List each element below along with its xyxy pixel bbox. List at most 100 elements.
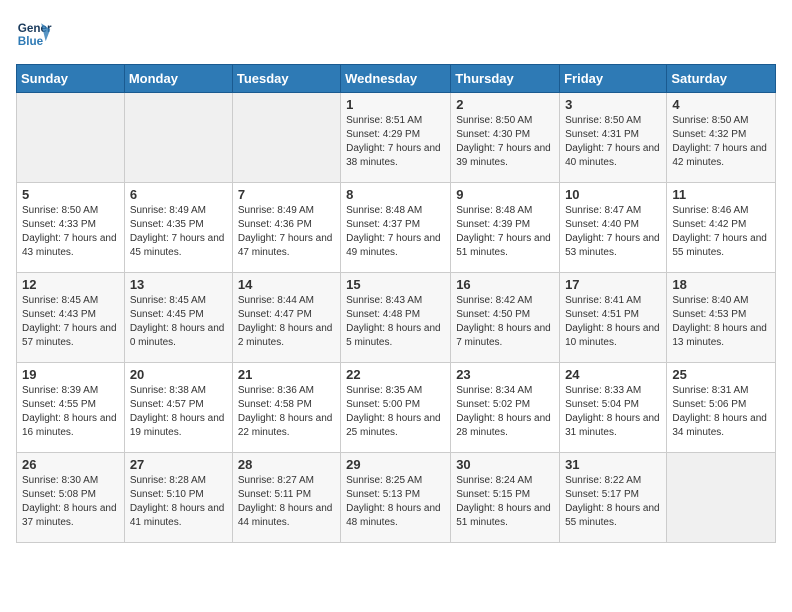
day-number: 23 [456, 367, 554, 382]
calendar-day-cell: 21 Sunrise: 8:36 AM Sunset: 4:58 PM Dayli… [232, 363, 340, 453]
day-info: Sunrise: 8:42 AM Sunset: 4:50 PM Dayligh… [456, 294, 554, 350]
day-info: Sunrise: 8:50 AM Sunset: 4:31 PM Dayligh… [565, 114, 661, 170]
calendar-day-cell: 18 Sunrise: 8:40 AM Sunset: 4:53 PM Dayli… [667, 273, 776, 363]
day-info: Sunrise: 8:46 AM Sunset: 4:42 PM Dayligh… [672, 204, 770, 260]
day-number: 21 [238, 367, 335, 382]
calendar-day-cell: 12Sunrise: 8:45 AM Sunset: 4:43 PM Dayli… [17, 273, 125, 363]
day-number: 13 [130, 277, 227, 292]
calendar-day-cell: 16 Sunrise: 8:42 AM Sunset: 4:50 PM Dayli… [451, 273, 560, 363]
calendar-day-cell: 1 Sunrise: 8:51 AM Sunset: 4:29 PM Daylig… [341, 93, 451, 183]
calendar-table: SundayMondayTuesdayWednesdayThursdayFrid… [16, 64, 776, 543]
day-info: Sunrise: 8:48 AM Sunset: 4:37 PM Dayligh… [346, 204, 445, 260]
day-number: 20 [130, 367, 227, 382]
page-header: General Blue [16, 16, 776, 52]
day-info: Sunrise: 8:24 AM Sunset: 5:15 PM Dayligh… [456, 474, 554, 530]
day-info: Sunrise: 8:39 AM Sunset: 4:55 PM Dayligh… [22, 384, 119, 440]
calendar-day-cell: 17Sunrise: 8:41 AM Sunset: 4:51 PM Dayli… [560, 273, 667, 363]
calendar-day-cell: 4Sunrise: 8:50 AM Sunset: 4:32 PM Daylig… [667, 93, 776, 183]
logo: General Blue [16, 16, 52, 52]
calendar-day-cell: 5 Sunrise: 8:50 AM Sunset: 4:33 PM Daylig… [17, 183, 125, 273]
day-number: 5 [22, 187, 119, 202]
calendar-day-cell [17, 93, 125, 183]
calendar-week-row: 19 Sunrise: 8:39 AM Sunset: 4:55 PM Dayli… [17, 363, 776, 453]
day-info: Sunrise: 8:45 AM Sunset: 4:43 PM Dayligh… [22, 294, 119, 350]
day-number: 24 [565, 367, 661, 382]
day-info: Sunrise: 8:43 AM Sunset: 4:48 PM Dayligh… [346, 294, 445, 350]
day-number: 30 [456, 457, 554, 472]
day-info: Sunrise: 8:30 AM Sunset: 5:08 PM Dayligh… [22, 474, 119, 530]
calendar-day-cell: 29 Sunrise: 8:25 AM Sunset: 5:13 PM Dayli… [341, 453, 451, 543]
day-number: 27 [130, 457, 227, 472]
day-info: Sunrise: 8:38 AM Sunset: 4:57 PM Dayligh… [130, 384, 227, 440]
day-info: Sunrise: 8:35 AM Sunset: 5:00 PM Dayligh… [346, 384, 445, 440]
day-info: Sunrise: 8:51 AM Sunset: 4:29 PM Dayligh… [346, 114, 445, 170]
calendar-day-cell: 13 Sunrise: 8:45 AM Sunset: 4:45 PM Dayli… [124, 273, 232, 363]
day-number: 29 [346, 457, 445, 472]
day-number: 31 [565, 457, 661, 472]
weekday-header-cell: Friday [560, 65, 667, 93]
day-info: Sunrise: 8:31 AM Sunset: 5:06 PM Dayligh… [672, 384, 770, 440]
day-number: 22 [346, 367, 445, 382]
calendar-day-cell [124, 93, 232, 183]
day-number: 10 [565, 187, 661, 202]
calendar-day-cell [667, 453, 776, 543]
calendar-day-cell: 8 Sunrise: 8:48 AM Sunset: 4:37 PM Daylig… [341, 183, 451, 273]
day-info: Sunrise: 8:25 AM Sunset: 5:13 PM Dayligh… [346, 474, 445, 530]
svg-text:Blue: Blue [18, 35, 44, 48]
day-number: 3 [565, 97, 661, 112]
day-number: 15 [346, 277, 445, 292]
logo-icon: General Blue [16, 16, 52, 52]
day-number: 2 [456, 97, 554, 112]
day-number: 9 [456, 187, 554, 202]
calendar-week-row: 26 Sunrise: 8:30 AM Sunset: 5:08 PM Dayli… [17, 453, 776, 543]
calendar-day-cell: 28 Sunrise: 8:27 AM Sunset: 5:11 PM Dayli… [232, 453, 340, 543]
calendar-day-cell: 30 Sunrise: 8:24 AM Sunset: 5:15 PM Dayli… [451, 453, 560, 543]
calendar-day-cell: 14 Sunrise: 8:44 AM Sunset: 4:47 PM Dayli… [232, 273, 340, 363]
day-info: Sunrise: 8:22 AM Sunset: 5:17 PM Dayligh… [565, 474, 661, 530]
calendar-week-row: 1 Sunrise: 8:51 AM Sunset: 4:29 PM Daylig… [17, 93, 776, 183]
day-number: 16 [456, 277, 554, 292]
day-info: Sunrise: 8:50 AM Sunset: 4:30 PM Dayligh… [456, 114, 554, 170]
weekday-header-cell: Wednesday [341, 65, 451, 93]
calendar-day-cell: 7Sunrise: 8:49 AM Sunset: 4:36 PM Daylig… [232, 183, 340, 273]
day-info: Sunrise: 8:49 AM Sunset: 4:35 PM Dayligh… [130, 204, 227, 260]
weekday-header-cell: Tuesday [232, 65, 340, 93]
calendar-day-cell: 31 Sunrise: 8:22 AM Sunset: 5:17 PM Dayli… [560, 453, 667, 543]
day-info: Sunrise: 8:40 AM Sunset: 4:53 PM Dayligh… [672, 294, 770, 350]
day-number: 14 [238, 277, 335, 292]
calendar-day-cell: 11 Sunrise: 8:46 AM Sunset: 4:42 PM Dayli… [667, 183, 776, 273]
calendar-day-cell: 24 Sunrise: 8:33 AM Sunset: 5:04 PM Dayli… [560, 363, 667, 453]
day-info: Sunrise: 8:50 AM Sunset: 4:33 PM Dayligh… [22, 204, 119, 260]
day-info: Sunrise: 8:41 AM Sunset: 4:51 PM Dayligh… [565, 294, 661, 350]
calendar-day-cell: 3 Sunrise: 8:50 AM Sunset: 4:31 PM Daylig… [560, 93, 667, 183]
day-info: Sunrise: 8:47 AM Sunset: 4:40 PM Dayligh… [565, 204, 661, 260]
calendar-day-cell [232, 93, 340, 183]
day-info: Sunrise: 8:28 AM Sunset: 5:10 PM Dayligh… [130, 474, 227, 530]
day-info: Sunrise: 8:36 AM Sunset: 4:58 PM Dayligh… [238, 384, 335, 440]
calendar-week-row: 5 Sunrise: 8:50 AM Sunset: 4:33 PM Daylig… [17, 183, 776, 273]
day-number: 28 [238, 457, 335, 472]
day-info: Sunrise: 8:48 AM Sunset: 4:39 PM Dayligh… [456, 204, 554, 260]
day-number: 26 [22, 457, 119, 472]
day-info: Sunrise: 8:27 AM Sunset: 5:11 PM Dayligh… [238, 474, 335, 530]
day-info: Sunrise: 8:44 AM Sunset: 4:47 PM Dayligh… [238, 294, 335, 350]
calendar-day-cell: 15 Sunrise: 8:43 AM Sunset: 4:48 PM Dayli… [341, 273, 451, 363]
day-number: 11 [672, 187, 770, 202]
day-info: Sunrise: 8:34 AM Sunset: 5:02 PM Dayligh… [456, 384, 554, 440]
day-number: 19 [22, 367, 119, 382]
calendar-day-cell: 23 Sunrise: 8:34 AM Sunset: 5:02 PM Dayli… [451, 363, 560, 453]
day-info: Sunrise: 8:50 AM Sunset: 4:32 PM Dayligh… [672, 114, 770, 170]
day-number: 6 [130, 187, 227, 202]
weekday-header-cell: Sunday [17, 65, 125, 93]
day-number: 25 [672, 367, 770, 382]
day-number: 1 [346, 97, 445, 112]
weekday-header-cell: Thursday [451, 65, 560, 93]
calendar-day-cell: 26 Sunrise: 8:30 AM Sunset: 5:08 PM Dayli… [17, 453, 125, 543]
calendar-day-cell: 2 Sunrise: 8:50 AM Sunset: 4:30 PM Daylig… [451, 93, 560, 183]
day-number: 18 [672, 277, 770, 292]
day-info: Sunrise: 8:45 AM Sunset: 4:45 PM Dayligh… [130, 294, 227, 350]
calendar-day-cell: 22 Sunrise: 8:35 AM Sunset: 5:00 PM Dayli… [341, 363, 451, 453]
day-info: Sunrise: 8:33 AM Sunset: 5:04 PM Dayligh… [565, 384, 661, 440]
day-number: 8 [346, 187, 445, 202]
weekday-header-cell: Monday [124, 65, 232, 93]
